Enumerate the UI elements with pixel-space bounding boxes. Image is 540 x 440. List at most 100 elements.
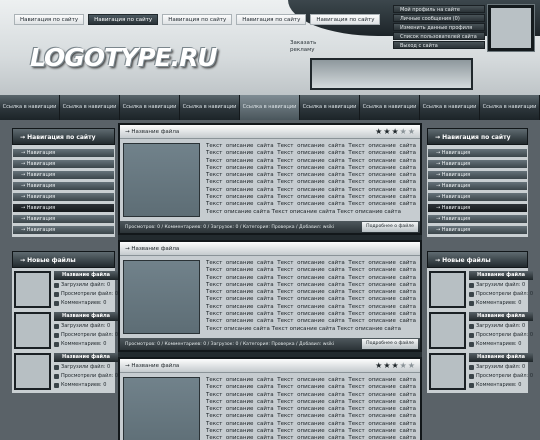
avatar[interactable] bbox=[487, 4, 535, 52]
sidebar-nav-item[interactable]: → Навигация bbox=[428, 171, 527, 179]
file-views: Просмотрели файл: 0 bbox=[54, 331, 118, 339]
logo[interactable]: LOGOTYPE.RU bbox=[30, 43, 218, 72]
post-footer: Просмотров: 0 / Комментариев: 0 / Загруз… bbox=[120, 338, 420, 350]
file-name[interactable]: Название файла bbox=[54, 271, 119, 280]
views-icon bbox=[54, 332, 59, 338]
post-body: Текст описание сайта Текст описание сайт… bbox=[120, 139, 420, 221]
top-nav-item-active[interactable]: Навигация по сайту bbox=[88, 14, 159, 25]
file-downloads-text: Загрузили файл: 0 bbox=[61, 282, 111, 288]
star-icon[interactable]: ★ bbox=[408, 127, 415, 136]
sidebar-nav-item[interactable]: → Навигация bbox=[13, 193, 114, 201]
ad-label[interactable]: Заказать рекламу bbox=[290, 40, 318, 54]
sidebar-nav-item[interactable]: → Навигация bbox=[13, 226, 114, 234]
user-menu-edit-profile[interactable]: Изменить данные профиля bbox=[393, 23, 485, 31]
star-icon[interactable]: ★ bbox=[375, 361, 382, 370]
rating-stars[interactable]: ★ ★ ★ ★ ★ bbox=[375, 361, 415, 370]
file-name[interactable]: Название файла bbox=[469, 353, 534, 362]
file-thumbnail[interactable] bbox=[429, 271, 466, 308]
file-name[interactable]: Название файла bbox=[469, 271, 534, 280]
star-icon[interactable]: ★ bbox=[408, 361, 415, 370]
file-downloads-text: Загрузили файл: 0 bbox=[476, 323, 526, 329]
main-nav-link[interactable]: Ссылка в навигации bbox=[360, 95, 420, 120]
star-icon[interactable]: ★ bbox=[400, 127, 407, 136]
main-nav-link-active[interactable]: Ссылка в навигации bbox=[240, 95, 300, 120]
file-thumbnail[interactable] bbox=[429, 312, 466, 349]
file-views: Просмотрели файл: 0 bbox=[54, 290, 118, 298]
sidebar-nav-item[interactable]: → Навигация bbox=[428, 215, 527, 223]
star-icon[interactable]: ★ bbox=[391, 127, 398, 136]
post-title[interactable]: → Название файла bbox=[125, 363, 179, 369]
sidebar-nav-item[interactable]: → Навигация bbox=[428, 182, 527, 190]
user-menu-user-list[interactable]: Список пользователей сайта bbox=[393, 32, 485, 40]
sidebar-nav-item-active[interactable]: → Навигация bbox=[428, 204, 527, 212]
file-thumbnail[interactable] bbox=[14, 271, 51, 308]
sidebar-nav-title-text: Навигация по сайту bbox=[27, 134, 96, 141]
main-nav-link[interactable]: Ссылка в навигации bbox=[0, 95, 60, 120]
sidebar-nav-item[interactable]: → Навигация bbox=[13, 215, 114, 223]
file-name[interactable]: Название файла bbox=[469, 312, 534, 321]
main-nav-link[interactable]: Ссылка в навигации bbox=[120, 95, 180, 120]
main-nav-link[interactable]: Ссылка в навигации bbox=[300, 95, 360, 120]
sidebar-nav-item-label: Навигация bbox=[26, 161, 56, 167]
post-image[interactable] bbox=[123, 377, 200, 440]
file-comments: Комментариев: 0 bbox=[54, 381, 118, 389]
sidebar-nav-item[interactable]: → Навигация bbox=[13, 160, 114, 168]
star-icon[interactable]: ★ bbox=[383, 361, 390, 370]
post-header: → Название файла ★ ★ ★ ★ ★ bbox=[120, 359, 420, 373]
file-item: Название файла Загрузили файл: 0 Просмот… bbox=[14, 353, 119, 390]
main-nav-link[interactable]: Ссылка в навигации bbox=[420, 95, 480, 120]
post-description: Текст описание сайта Текст описание сайт… bbox=[206, 377, 416, 440]
file-info: Название файла Загрузили файл: 0 Просмот… bbox=[469, 271, 534, 308]
file-thumbnail[interactable] bbox=[429, 353, 466, 390]
sidebar-nav-item[interactable]: → Навигация bbox=[428, 160, 527, 168]
post-title[interactable]: → Название файла bbox=[125, 246, 179, 252]
file-thumbnail[interactable] bbox=[14, 312, 51, 349]
top-nav-item[interactable]: Навигация по сайту bbox=[310, 14, 381, 25]
file-views-text: Просмотрели файл: 0 bbox=[61, 291, 119, 297]
file-thumbnail[interactable] bbox=[14, 353, 51, 390]
sidebar-nav-item[interactable]: → Навигация bbox=[428, 149, 527, 157]
sidebar-nav-item-active[interactable]: → Навигация bbox=[13, 204, 114, 212]
file-name[interactable]: Название файла bbox=[54, 353, 119, 362]
file-downloads: Загрузили файл: 0 bbox=[469, 281, 533, 289]
post-title[interactable]: → Название файла bbox=[125, 129, 179, 135]
post-header: → Название файла ★ ★ ★ ★ ★ bbox=[120, 125, 420, 139]
star-icon[interactable]: ★ bbox=[375, 127, 382, 136]
post-description: Текст описание сайта Текст описание сайт… bbox=[206, 260, 416, 332]
post-image[interactable] bbox=[123, 260, 200, 334]
top-nav-item[interactable]: Навигация по сайту bbox=[162, 14, 233, 25]
sidebar-nav-item-label: Навигация bbox=[441, 227, 471, 233]
sidebar-nav-title-text: Навигация по сайту bbox=[442, 134, 511, 141]
rating-stars[interactable]: ★ ★ ★ ★ ★ bbox=[375, 127, 415, 136]
star-icon[interactable]: ★ bbox=[391, 361, 398, 370]
ad-banner[interactable] bbox=[310, 58, 473, 90]
views-icon bbox=[469, 373, 474, 379]
user-menu-profile[interactable]: Мой профиль на сайте bbox=[393, 5, 485, 13]
sidebar-nav-item[interactable]: → Навигация bbox=[428, 226, 527, 234]
top-nav-item[interactable]: Навигация по сайту bbox=[14, 14, 85, 25]
user-menu-logout[interactable]: Выход с сайта bbox=[393, 41, 485, 49]
file-comments-text: Комментариев: 0 bbox=[476, 382, 522, 388]
more-button[interactable]: Подробнее о файле bbox=[362, 339, 418, 349]
sidebar-nav-item[interactable]: → Навигация bbox=[428, 193, 527, 201]
post-image[interactable] bbox=[123, 143, 200, 217]
sidebar-nav-item[interactable]: → Навигация bbox=[13, 182, 114, 190]
main-nav-link[interactable]: Ссылка в навигации bbox=[480, 95, 540, 120]
main-nav-link[interactable]: Ссылка в навигации bbox=[60, 95, 120, 120]
top-nav-item[interactable]: Навигация по сайту bbox=[236, 14, 307, 25]
user-menu-messages[interactable]: Личные сообщения (0) bbox=[393, 14, 485, 22]
star-icon[interactable]: ★ bbox=[400, 361, 407, 370]
sidebar-nav-item-label: Навигация bbox=[26, 150, 56, 156]
sidebar-files-title: → Новые файлы bbox=[12, 251, 115, 268]
file-item: Название файла Загрузили файл: 0 Просмот… bbox=[14, 271, 119, 308]
main-nav-link[interactable]: Ссылка в навигации bbox=[180, 95, 240, 120]
download-icon bbox=[54, 364, 59, 370]
sidebar-nav-item[interactable]: → Навигация bbox=[13, 149, 114, 157]
file-comments-text: Комментариев: 0 bbox=[476, 341, 522, 347]
more-button[interactable]: Подробнее о файле bbox=[362, 222, 418, 232]
download-icon bbox=[469, 282, 474, 288]
sidebar-nav-item[interactable]: → Навигация bbox=[13, 171, 114, 179]
file-info: Название файла Загрузили файл: 0 Просмот… bbox=[54, 353, 119, 390]
file-name[interactable]: Название файла bbox=[54, 312, 119, 321]
star-icon[interactable]: ★ bbox=[383, 127, 390, 136]
